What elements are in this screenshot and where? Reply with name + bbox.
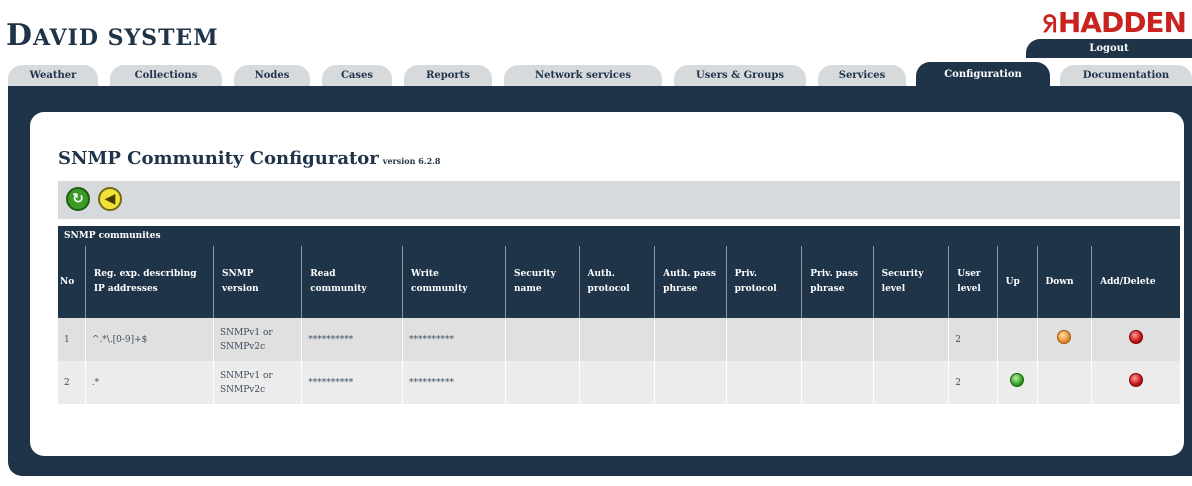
page-title-text: SNMP Community Configurator bbox=[58, 148, 379, 169]
move-down-icon[interactable] bbox=[1057, 330, 1072, 344]
column-header-priv-pass-phrase: Priv. pass phrase bbox=[801, 246, 874, 318]
tab-cases[interactable]: Cases bbox=[322, 65, 392, 87]
toolbar: ↻ ◀ bbox=[58, 181, 1180, 219]
brand-name: AVID SYSTEM bbox=[33, 25, 219, 51]
column-header-up: Up bbox=[996, 246, 1037, 318]
table-row[interactable]: 2 .* SNMPv1 or SNMPv2c ********** ******… bbox=[58, 361, 1180, 404]
table-row[interactable]: 1 ^.*\.[0-9]+$ SNMPv1 or SNMPv2c *******… bbox=[58, 318, 1180, 361]
column-header-add-delete: Add/Delete bbox=[1091, 246, 1180, 318]
tab-configuration[interactable]: Configuration bbox=[916, 62, 1050, 87]
tab-collections[interactable]: Collections bbox=[110, 65, 222, 87]
company-logo: ᖆHADDEN bbox=[1042, 6, 1187, 39]
cell-no: 2 bbox=[58, 361, 86, 404]
cell-read-community[interactable]: ********** bbox=[301, 361, 403, 404]
cell-user-level[interactable]: 2 bbox=[948, 318, 998, 361]
column-header-security-level: Security level bbox=[872, 246, 949, 318]
cell-snmp-version[interactable]: SNMPv1 or SNMPv2c bbox=[212, 318, 302, 361]
tab-network-services[interactable]: Network services bbox=[504, 65, 662, 87]
column-header-auth-pass-phrase: Auth. pass phrase bbox=[654, 246, 727, 318]
cell-priv-protocol[interactable] bbox=[725, 361, 802, 404]
cell-auth-pass-phrase[interactable] bbox=[654, 361, 727, 404]
logo-text: HADDEN bbox=[1057, 6, 1187, 39]
column-header-security-name: Security name bbox=[505, 246, 580, 318]
column-header-auth-protocol: Auth. protocol bbox=[578, 246, 655, 318]
cell-add-delete bbox=[1091, 361, 1180, 404]
cell-priv-pass-phrase[interactable] bbox=[801, 361, 874, 404]
tab-reports[interactable]: Reports bbox=[404, 65, 492, 87]
cell-user-level[interactable]: 2 bbox=[948, 361, 998, 404]
tab-services[interactable]: Services bbox=[818, 65, 906, 87]
cell-priv-protocol[interactable] bbox=[725, 318, 802, 361]
back-icon[interactable]: ◀ bbox=[98, 187, 122, 211]
cell-security-level[interactable] bbox=[872, 361, 949, 404]
cell-security-level[interactable] bbox=[872, 318, 949, 361]
table-caption: SNMP communites bbox=[58, 226, 1180, 246]
column-header-write-community: Write community bbox=[402, 246, 506, 318]
cell-write-community[interactable]: ********** bbox=[402, 361, 506, 404]
main-nav-tabs: Weather Collections Nodes Cases Reports … bbox=[0, 59, 1192, 87]
version-label: version 6.2.8 bbox=[382, 156, 441, 166]
cell-regexp[interactable]: .* bbox=[84, 361, 214, 404]
cell-security-name[interactable] bbox=[505, 361, 580, 404]
tab-weather[interactable]: Weather bbox=[8, 65, 98, 87]
cell-auth-pass-phrase[interactable] bbox=[654, 318, 727, 361]
delete-icon[interactable] bbox=[1129, 373, 1144, 387]
cell-read-community[interactable]: ********** bbox=[301, 318, 403, 361]
table-header-row: No Reg. exp. describing IP addresses SNM… bbox=[58, 246, 1180, 318]
logout-button[interactable]: Logout bbox=[1026, 39, 1192, 58]
snmp-communities-table: SNMP communites No Reg. exp. describing … bbox=[58, 226, 1180, 404]
cell-up bbox=[996, 361, 1037, 404]
cell-up bbox=[996, 318, 1037, 361]
cell-auth-protocol[interactable] bbox=[578, 318, 655, 361]
cell-security-name[interactable] bbox=[505, 318, 580, 361]
delete-icon[interactable] bbox=[1129, 330, 1144, 344]
cell-regexp[interactable]: ^.*\.[0-9]+$ bbox=[84, 318, 214, 361]
column-header-priv-protocol: Priv. protocol bbox=[725, 246, 802, 318]
cell-down bbox=[1036, 361, 1092, 404]
tab-documentation[interactable]: Documentation bbox=[1060, 65, 1192, 87]
cell-down bbox=[1036, 318, 1092, 361]
refresh-icon[interactable]: ↻ bbox=[66, 187, 90, 211]
move-up-icon[interactable] bbox=[1010, 373, 1025, 387]
column-header-read-community: Read community bbox=[301, 246, 403, 318]
column-header-regexp: Reg. exp. describing IP addresses bbox=[84, 246, 214, 318]
column-header-user-level: User level bbox=[948, 246, 998, 318]
cell-no: 1 bbox=[58, 318, 86, 361]
cell-auth-protocol[interactable] bbox=[578, 361, 655, 404]
cell-priv-pass-phrase[interactable] bbox=[801, 318, 874, 361]
cell-add-delete bbox=[1091, 318, 1180, 361]
cell-write-community[interactable]: ********** bbox=[402, 318, 506, 361]
content-panel: SNMP Community Configurator version 6.2.8… bbox=[30, 112, 1184, 456]
tab-nodes[interactable]: Nodes bbox=[234, 65, 310, 87]
logo-mark-icon: ᖆ bbox=[1042, 10, 1057, 38]
brand-initial: D bbox=[6, 18, 34, 53]
cell-snmp-version[interactable]: SNMPv1 or SNMPv2c bbox=[212, 361, 302, 404]
column-header-down: Down bbox=[1036, 246, 1092, 318]
content-frame: SNMP Community Configurator version 6.2.8… bbox=[8, 86, 1192, 476]
column-header-snmp-version: SNMP version bbox=[212, 246, 302, 318]
page-title: SNMP Community Configurator version 6.2.8 bbox=[58, 148, 441, 169]
tab-users-groups[interactable]: Users & Groups bbox=[674, 65, 806, 87]
column-header-no: No bbox=[58, 246, 86, 318]
app-brand: DAVID SYSTEM bbox=[6, 18, 219, 53]
